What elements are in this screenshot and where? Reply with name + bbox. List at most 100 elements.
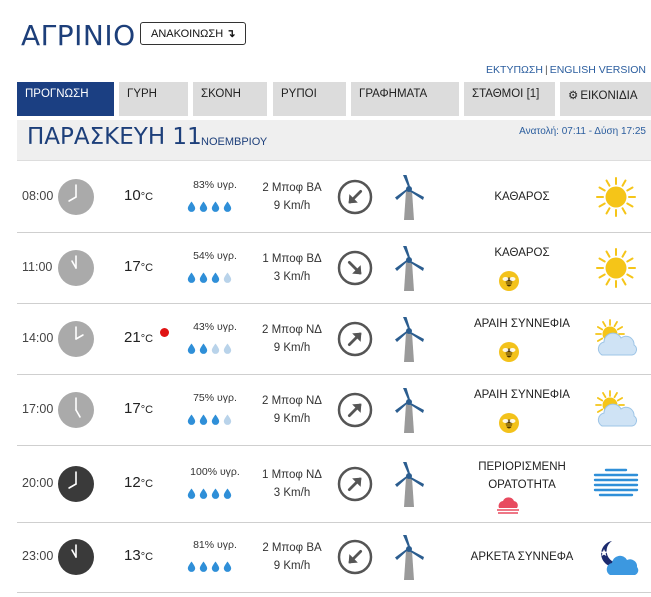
wind-beaufort: 1 Μποφ ΒΔ bbox=[262, 253, 322, 265]
drop-full-icon bbox=[199, 270, 208, 283]
english-version-link[interactable]: ENGLISH VERSION bbox=[550, 64, 646, 76]
humidity: 43% υγρ. bbox=[193, 320, 237, 333]
tab-icons[interactable]: ⚙ ΕΙΚΟΝΙΔΙΑ bbox=[560, 82, 651, 116]
forecast-row: 14:00 21°C 43% υγρ. 2 Μποφ ΝΔ 9 Km/h ΑΡΑΙΗ ΣΥ… bbox=[17, 303, 651, 375]
wind-direction-arrow-icon bbox=[337, 321, 373, 357]
temperature-value: 10 bbox=[124, 186, 141, 204]
humidity-drops bbox=[187, 341, 243, 354]
clock-icon bbox=[58, 391, 94, 428]
pollen-bee-icon bbox=[498, 270, 520, 297]
clock-icon bbox=[58, 178, 94, 215]
drop-full-icon bbox=[199, 412, 208, 425]
wind-info: 2 Μποφ ΝΔ 9 Km/h bbox=[257, 321, 327, 357]
drop-full-icon bbox=[187, 199, 196, 212]
forecast-time: 08:00 bbox=[22, 188, 54, 203]
city-title: ΑΓΡΙΝΙΟ bbox=[21, 19, 136, 52]
link-separator: | bbox=[544, 64, 548, 76]
wind-speed: 9 Km/h bbox=[273, 199, 311, 212]
sun-icon bbox=[592, 246, 640, 290]
wind-turbine-icon bbox=[389, 174, 429, 221]
wind-speed: 9 Km/h bbox=[273, 560, 311, 572]
clock-icon bbox=[58, 320, 94, 357]
tab-label: ΓΡΑΦΗΜΑΤΑ bbox=[359, 88, 428, 100]
drop-full-icon bbox=[199, 486, 208, 499]
drop-full-icon bbox=[211, 559, 220, 572]
drop-full-icon bbox=[187, 412, 196, 425]
wind-info: 2 Μποφ ΒΑ 9 Km/h bbox=[257, 179, 327, 215]
drop-full-icon bbox=[199, 559, 208, 572]
wind-direction-arrow-icon bbox=[337, 179, 373, 215]
temperature-value: 17 bbox=[124, 258, 141, 275]
max-temperature-dot bbox=[160, 327, 169, 337]
wind-speed: 9 Km/h bbox=[273, 341, 311, 354]
wind-info: 1 Μποφ ΝΔ 3 Km/h bbox=[257, 466, 327, 502]
condition-line: ΑΡΑΙΗ ΣΥΝΝΕΦΙΑ bbox=[474, 388, 570, 401]
temperature-value: 12 bbox=[124, 473, 141, 491]
turn-down-arrow-icon: ↴ bbox=[226, 28, 236, 40]
clock-icon bbox=[58, 465, 94, 502]
humidity: 83% υγρ. bbox=[193, 178, 237, 191]
forecast-time: 11:00 bbox=[22, 260, 53, 274]
moon-cloud-icon bbox=[592, 535, 640, 579]
tab-pollutants[interactable]: ΡΥΠΟΙ bbox=[273, 82, 346, 116]
tab-label: ΓΥΡΗ bbox=[127, 88, 157, 100]
sunrise-sunset: Ανατολή: 07:11 - Δύση 17:25 bbox=[519, 126, 646, 137]
condition-line: ΑΡΑΙΗ ΣΥΝΝΕΦΙΑ bbox=[474, 317, 570, 330]
drop-empty-icon bbox=[223, 341, 232, 354]
wind-speed: 3 Km/h bbox=[273, 271, 311, 283]
drop-full-icon bbox=[223, 199, 232, 212]
drop-full-icon bbox=[187, 559, 196, 572]
condition-line: ΚΑΘΑΡΟΣ bbox=[494, 190, 550, 203]
sun-cloud-icon bbox=[592, 388, 640, 432]
sun-icon bbox=[592, 175, 640, 219]
wind-beaufort: 2 Μποφ ΒΑ bbox=[262, 542, 322, 554]
drop-full-icon bbox=[187, 341, 196, 354]
temperature: 21°C bbox=[124, 329, 153, 346]
wind-turbine-icon bbox=[389, 316, 429, 363]
condition-line: ΚΑΘΑΡΟΣ bbox=[494, 247, 550, 259]
wind-beaufort: 1 Μποφ ΝΔ bbox=[262, 468, 322, 481]
condition-line: ΟΡΑΤΟΤΗΤΑ bbox=[488, 478, 556, 491]
tab-forecast[interactable]: ΠΡΟΓΝΩΣΗ bbox=[17, 82, 114, 116]
announcement-button[interactable]: ΑΝΑΚΟΙΝΩΣΗ ↴ bbox=[140, 22, 247, 45]
condition-line: ΑΡΚΕΤΑ ΣΥΝΝΕΦΑ bbox=[470, 551, 574, 563]
tab-dust[interactable]: ΣΚΟΝΗ bbox=[193, 82, 267, 116]
condition-text: ΚΑΘΑΡΟΣ bbox=[437, 188, 607, 206]
drop-full-icon bbox=[223, 559, 232, 572]
wind-direction-arrow-icon bbox=[337, 539, 373, 575]
temperature: 17°C bbox=[124, 258, 153, 275]
humidity-drops bbox=[187, 199, 243, 212]
tab-label: ΕΙΚΟΝΙΔΙΑ bbox=[580, 90, 638, 102]
wind-turbine-icon bbox=[389, 535, 429, 581]
tab-charts[interactable]: ΓΡΑΦΗΜΑΤΑ bbox=[351, 82, 459, 116]
drop-full-icon bbox=[211, 199, 220, 212]
drop-full-icon bbox=[223, 486, 232, 499]
forecast-row: 20:00 12°C 100% υγρ. 1 Μποφ ΝΔ 3 Km/h ΠΕΡΙΟΡΙ… bbox=[17, 445, 651, 523]
drop-full-icon bbox=[211, 412, 220, 425]
temperature: 12°C bbox=[124, 474, 153, 491]
announcement-label: ΑΝΑΚΟΙΝΩΣΗ bbox=[151, 28, 224, 40]
humidity-drops bbox=[187, 559, 243, 572]
print-link[interactable]: ΕΚΤΥΠΩΣΗ bbox=[486, 64, 543, 76]
forecast-row: 17:00 17°C 75% υγρ. 2 Μποφ ΝΔ 9 Km/h ΑΡΑΙΗ ΣΥ… bbox=[17, 374, 651, 446]
wind-speed: 3 Km/h bbox=[273, 486, 311, 499]
wind-turbine-icon bbox=[389, 461, 429, 508]
wind-turbine-icon bbox=[389, 246, 429, 292]
humidity-drops bbox=[187, 270, 243, 283]
sun-cloud-icon bbox=[592, 317, 640, 361]
tab-stations[interactable]: ΣΤΑΘΜΟΙ [1] bbox=[464, 82, 555, 116]
wind-info: 2 Μποφ ΝΔ 9 Km/h bbox=[257, 392, 327, 428]
tab-pollen[interactable]: ΓΥΡΗ bbox=[119, 82, 188, 116]
wind-info: 2 Μποφ ΒΑ 9 Km/h bbox=[257, 539, 327, 575]
pollen-bee-icon bbox=[498, 412, 520, 439]
temperature-value: 21 bbox=[124, 328, 141, 346]
drop-full-icon bbox=[211, 486, 220, 499]
forecast-time: 20:00 bbox=[22, 475, 54, 490]
forecast-time: 14:00 bbox=[22, 330, 54, 345]
humidity: 54% υγρ. bbox=[193, 250, 237, 262]
wind-direction-arrow-icon bbox=[337, 392, 373, 428]
condition-line: ΠΕΡΙΟΡΙΣΜΕΝΗ bbox=[478, 460, 566, 473]
temperature: 10°C bbox=[124, 187, 153, 204]
wind-speed: 9 Km/h bbox=[273, 412, 311, 425]
drop-full-icon bbox=[199, 341, 208, 354]
